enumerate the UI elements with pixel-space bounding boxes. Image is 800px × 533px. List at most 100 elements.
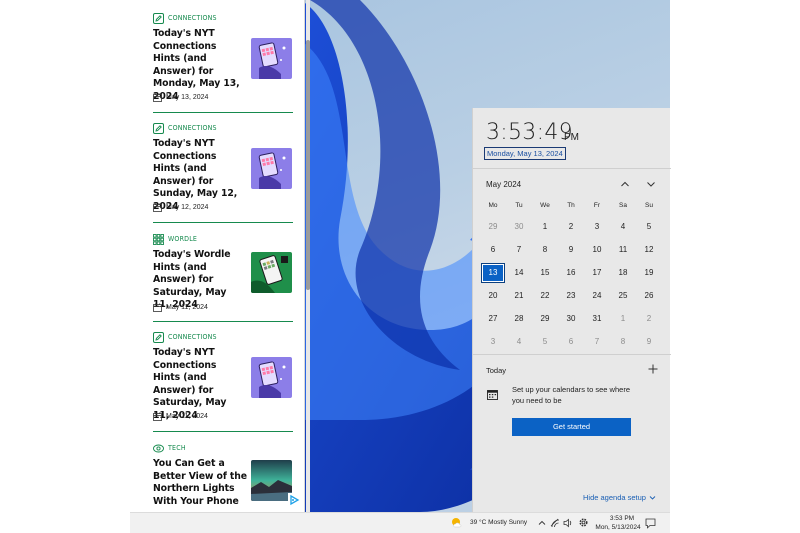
notification-icon[interactable] xyxy=(645,518,656,529)
chevron-up-icon[interactable] xyxy=(537,518,547,528)
calendar-day[interactable]: 30 xyxy=(508,218,530,236)
calendar-icon xyxy=(153,93,162,102)
article-category: CONNECTIONS xyxy=(153,12,217,24)
calendar-day[interactable]: 27 xyxy=(482,310,504,328)
calendar-icon xyxy=(153,303,162,312)
calendar-agenda-icon xyxy=(487,390,498,400)
article-divider xyxy=(153,112,293,113)
taskbar-time[interactable]: 3:53 PM xyxy=(602,515,642,522)
scrollbar-thumb[interactable] xyxy=(306,40,310,290)
wordle-phone-thumb[interactable] xyxy=(251,252,292,293)
calendar-day[interactable]: 10 xyxy=(586,241,608,259)
weather-sun-icon[interactable] xyxy=(450,516,464,530)
calendar-day[interactable]: 6 xyxy=(560,333,582,351)
connections-phone-thumb[interactable] xyxy=(251,357,292,398)
calendar-day[interactable]: 28 xyxy=(508,310,530,328)
calendar-day[interactable]: 25 xyxy=(612,287,634,305)
article-category: CONNECTIONS xyxy=(153,122,217,134)
calendar-flyout: 3:53:49 PM Monday, May 13, 2024 May 2024… xyxy=(472,108,671,512)
news-scrollbar[interactable] xyxy=(306,0,310,512)
connections-phone-thumb[interactable] xyxy=(251,38,292,79)
category-label: CONNECTIONS xyxy=(168,124,217,132)
calendar-day[interactable]: 7 xyxy=(586,333,608,351)
calendar-day[interactable]: 16 xyxy=(560,264,582,282)
article-divider xyxy=(153,431,293,432)
calendar-day[interactable]: 2 xyxy=(560,218,582,236)
calendar-day[interactable]: 4 xyxy=(508,333,530,351)
calendar-day[interactable]: 24 xyxy=(586,287,608,305)
calendar-day[interactable]: 18 xyxy=(612,264,634,282)
weekday-label: Tu xyxy=(515,202,523,209)
article-date: May 11, 2024 xyxy=(153,303,208,312)
tech-icon xyxy=(153,444,164,452)
full-date-link[interactable]: Monday, May 13, 2024 xyxy=(484,147,566,160)
divider xyxy=(473,354,671,355)
calendar-day[interactable]: 11 xyxy=(612,241,634,259)
network-icon[interactable] xyxy=(550,518,560,528)
calendar-day[interactable]: 5 xyxy=(534,333,556,351)
taskbar: 39 °C Mostly Sunny 3:53 PM Mon, 5/13/202… xyxy=(130,512,670,533)
calendar-day[interactable]: 14 xyxy=(508,264,530,282)
calendar-day[interactable]: 23 xyxy=(560,287,582,305)
calendar-day[interactable]: 9 xyxy=(560,241,582,259)
article-divider xyxy=(153,321,293,322)
calendar-day[interactable]: 8 xyxy=(612,333,634,351)
aurora-thumb[interactable] xyxy=(251,460,292,501)
calendar-day[interactable]: 3 xyxy=(482,333,504,351)
calendar-day[interactable]: 19 xyxy=(638,264,660,282)
article-category: WORDLE xyxy=(153,233,197,245)
category-label: TECH xyxy=(168,444,186,452)
calendar-day[interactable]: 12 xyxy=(638,241,660,259)
weather-text[interactable]: 39 °C Mostly Sunny xyxy=(470,519,527,526)
calendar-day-today[interactable]: 13 xyxy=(481,263,505,283)
calendar-day[interactable]: 29 xyxy=(482,218,504,236)
article-title[interactable]: You Can Get a Better View of the Norther… xyxy=(153,458,249,508)
calendar-day[interactable]: 22 xyxy=(534,287,556,305)
chevron-down-icon xyxy=(649,496,656,500)
pencil-square-icon xyxy=(153,12,164,24)
calendar-day[interactable]: 20 xyxy=(482,287,504,305)
chevron-down-icon[interactable] xyxy=(645,178,657,190)
agenda-title: Today xyxy=(486,366,507,375)
calendar-day[interactable]: 2 xyxy=(638,310,660,328)
calendar-day[interactable]: 21 xyxy=(508,287,530,305)
grid-icon xyxy=(153,233,164,245)
calendar-day[interactable]: 3 xyxy=(586,218,608,236)
date-label: May 13, 2024 xyxy=(166,94,209,101)
calendar-day[interactable]: 1 xyxy=(612,310,634,328)
pencil-square-icon xyxy=(153,331,164,343)
gear-icon[interactable] xyxy=(578,517,589,528)
calendar-day[interactable]: 4 xyxy=(612,218,634,236)
screen: CONNECTIONS Today's NYT Connections Hint… xyxy=(0,0,800,533)
add-event-icon[interactable] xyxy=(648,364,658,374)
adchoices-icon[interactable] xyxy=(288,493,300,506)
weekday-label: Su xyxy=(645,202,653,209)
calendar-day[interactable]: 29 xyxy=(534,310,556,328)
hide-agenda-link[interactable]: Hide agenda setup xyxy=(583,493,656,502)
weekday-label: Fr xyxy=(593,202,601,209)
calendar-day[interactable]: 7 xyxy=(508,241,530,259)
calendar-day[interactable]: 26 xyxy=(638,287,660,305)
connections-phone-thumb[interactable] xyxy=(251,148,292,189)
article-date: May 12, 2024 xyxy=(153,203,208,212)
taskbar-date[interactable]: Mon, 5/13/2024 xyxy=(592,524,644,531)
get-started-button[interactable]: Get started xyxy=(512,418,631,436)
calendar-day[interactable]: 31 xyxy=(586,310,608,328)
category-label: CONNECTIONS xyxy=(168,14,217,22)
calendar-day[interactable]: 30 xyxy=(560,310,582,328)
calendar-icon xyxy=(153,412,162,421)
news-feed-panel: CONNECTIONS Today's NYT Connections Hint… xyxy=(130,0,305,512)
calendar-day[interactable]: 1 xyxy=(534,218,556,236)
weekday-label: Mo xyxy=(488,202,498,209)
month-label[interactable]: May 2024 xyxy=(486,180,521,189)
weekday-label: We xyxy=(540,202,550,209)
calendar-day[interactable]: 8 xyxy=(534,241,556,259)
calendar-day[interactable]: 9 xyxy=(638,333,660,351)
calendar-day[interactable]: 15 xyxy=(534,264,556,282)
calendar-day[interactable]: 5 xyxy=(638,218,660,236)
calendar-day[interactable]: 17 xyxy=(586,264,608,282)
volume-icon[interactable] xyxy=(563,518,573,528)
calendar-day[interactable]: 6 xyxy=(482,241,504,259)
chevron-up-icon[interactable] xyxy=(619,178,631,190)
hide-agenda-label[interactable]: Hide agenda setup xyxy=(583,493,646,502)
